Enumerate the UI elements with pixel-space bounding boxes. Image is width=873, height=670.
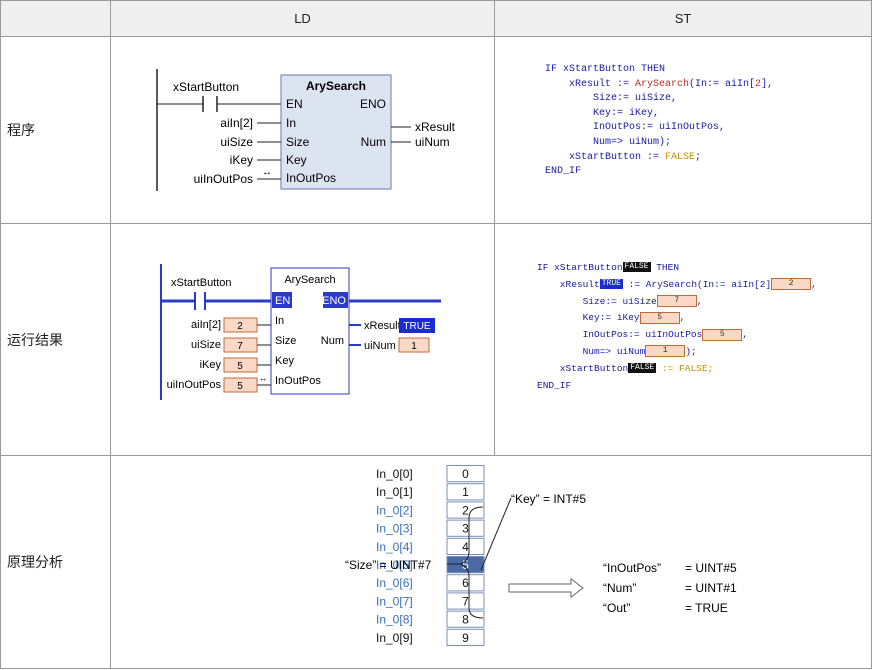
array-value: 1 [462, 485, 469, 499]
fb-name: ArySearch [306, 79, 366, 93]
array-value: 2 [462, 503, 469, 517]
result-num-value: = UINT#1 [685, 581, 737, 595]
row-label-program: 程序 [0, 36, 111, 224]
array-value: 9 [462, 631, 469, 645]
pin-inoutpos: InOutPos [275, 375, 321, 387]
var-num: uiNum [364, 340, 396, 352]
array-label: In_0[1] [376, 485, 413, 499]
array-label: In_0[2] [376, 503, 413, 517]
var-inoutpos: uiInOutPos [194, 172, 253, 186]
var-inoutpos: uiInOutPos [167, 379, 222, 391]
pin-size: Size [275, 335, 296, 347]
result-inoutpos-name: “InOutPos” [603, 561, 661, 575]
array-label: In_0[3] [376, 522, 413, 536]
pin-size: Size [286, 135, 310, 149]
value-result: TRUE [403, 321, 431, 332]
pin-in: In [286, 116, 296, 130]
st-program-code: IF xStartButton THEN xResult := ArySearc… [545, 64, 774, 178]
contact-label: xStartButton [171, 277, 232, 289]
key-note: “Key” = INT#5 [511, 492, 586, 506]
fb-name: ArySearch [284, 274, 335, 286]
ld-program-diagram: xStartButton ArySearch EN ENO In Size Nu… [156, 69, 456, 191]
value-key: 5 [237, 361, 243, 372]
value-size: 7 [237, 341, 243, 352]
var-size: uiSize [220, 135, 253, 149]
array-label: In_0[0] [376, 467, 413, 481]
array-value: 8 [462, 613, 469, 627]
array-label: In_0[6] [376, 576, 413, 590]
analysis-diagram: In_0[0] 0 In_0[1] 1 In_0[2] 2 In_0[3] 3 In_0[4] 4… [345, 465, 737, 647]
ld-runtime-diagram: xStartButton ArySearch EN ENO In Size Nu… [160, 264, 441, 400]
var-num: uiNum [415, 135, 450, 149]
analysis-cell: In_0[0] 0 In_0[1] 1 In_0[2] 2 In_0[3] 3 In_0[4] 4… [110, 455, 872, 669]
pin-eno: ENO [360, 97, 386, 111]
result-arrow-icon [508, 578, 584, 598]
array-label: In_0[7] [376, 594, 413, 608]
var-in: aiIn[2] [191, 319, 221, 331]
inout-arrow-icon: ↔ [259, 373, 268, 383]
header-st: ST [494, 0, 872, 37]
pin-num: Num [321, 335, 344, 347]
var-key: iKey [200, 359, 222, 371]
result-out-value: = TRUE [685, 601, 728, 615]
key-pointer [480, 497, 512, 571]
pin-en: EN [286, 97, 303, 111]
header-blank [0, 0, 111, 37]
value-num: 1 [411, 341, 417, 352]
array-value: 4 [462, 540, 469, 554]
result-out-name: “Out” [603, 601, 630, 615]
pin-num: Num [361, 135, 386, 149]
array-value: 6 [462, 576, 469, 590]
array-value: 7 [462, 594, 469, 608]
array-label: In_0[8] [376, 613, 413, 627]
var-in: aiIn[2] [220, 116, 253, 130]
st-program-cell: IF xStartButton THEN xResult := ArySearc… [494, 36, 872, 224]
var-result: xResult [415, 120, 456, 134]
pin-en: EN [275, 295, 290, 307]
var-result: xResult [364, 320, 401, 332]
pin-key: Key [275, 355, 294, 367]
row-label-runtime: 运行结果 [0, 223, 111, 456]
result-inoutpos-value: = UINT#5 [685, 561, 737, 575]
array-value: 3 [462, 522, 469, 536]
pin-inoutpos: InOutPos [286, 171, 336, 185]
header-ld: LD [110, 0, 495, 37]
array-label: In_0[4] [376, 540, 413, 554]
pin-key: Key [286, 153, 307, 167]
pin-eno: ENO [322, 295, 346, 307]
comparison-table: LD ST 程序 xStartButton ArySearch EN ENO I… [0, 0, 872, 669]
array-label: In_0[9] [376, 631, 413, 645]
inout-arrow-icon: ↔ [262, 167, 272, 178]
var-key: iKey [230, 153, 253, 167]
contact-label: xStartButton [173, 80, 239, 94]
var-size: uiSize [191, 339, 221, 351]
ld-program-cell: xStartButton ArySearch EN ENO In Size Nu… [110, 36, 495, 224]
value-in: 2 [237, 321, 243, 332]
array-value: 0 [462, 467, 469, 481]
value-inoutpos: 5 [237, 381, 243, 392]
row-label-analysis: 原理分析 [0, 455, 111, 669]
size-note: “Size” = UINT#7 [345, 558, 432, 572]
pin-in: In [275, 315, 284, 327]
st-runtime-cell: IF xStartButton FALSE THEN xResult TRUE :=… [494, 223, 872, 456]
st-runtime-code: IF xStartButton FALSE THEN xResult TRUE :=… [537, 262, 817, 391]
ld-runtime-cell: xStartButton ArySearch EN ENO In Size Nu… [110, 223, 495, 456]
result-num-name: “Num” [603, 581, 636, 595]
